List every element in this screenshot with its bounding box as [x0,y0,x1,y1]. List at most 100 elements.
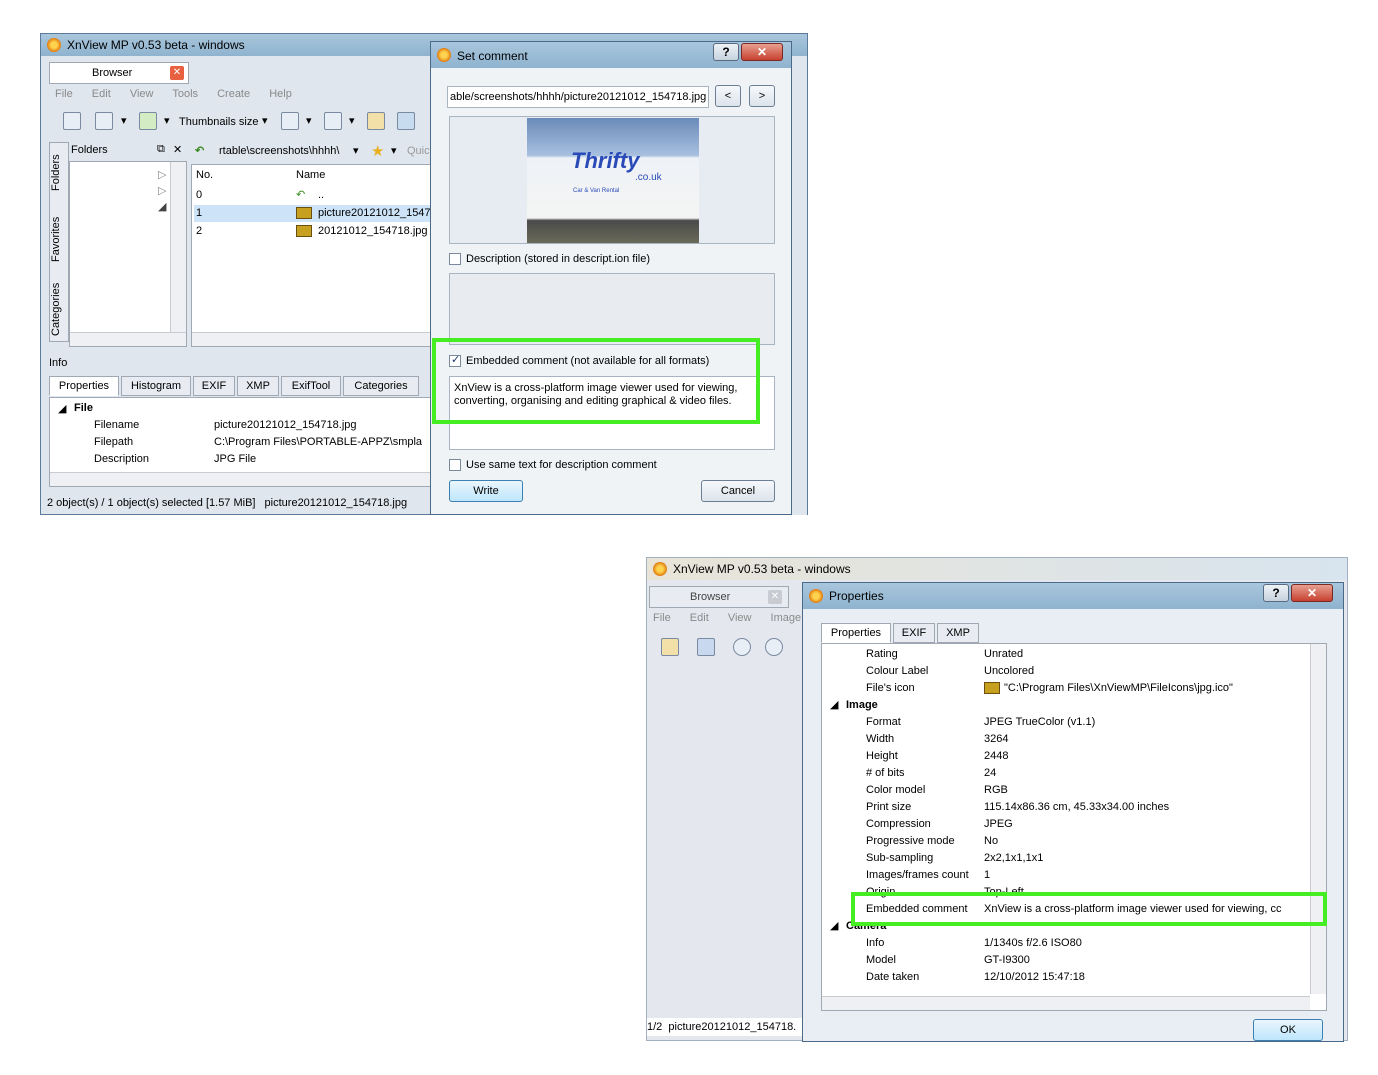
collapse-icon[interactable]: ◢ [830,697,838,714]
zoom-actual-icon[interactable] [765,638,783,656]
help-button[interactable]: ? [1263,584,1289,602]
ratio-icon[interactable] [281,112,299,130]
menu-help[interactable]: Help [269,88,292,100]
tab-xmp[interactable]: XMP [237,376,279,396]
second-browser-tab[interactable]: Browser ✕ [649,586,789,608]
property-row[interactable]: Rating Unrated [822,646,1310,663]
property-row[interactable]: Height 2448 [822,748,1310,765]
set-comment-titlebar[interactable]: Set comment ? ✕ [431,42,791,68]
menu-image[interactable]: Image [771,612,802,624]
ok-button[interactable]: OK [1253,1019,1323,1041]
favorite-star-icon[interactable]: ★ [371,142,384,160]
menu-file[interactable]: File [653,612,671,624]
camera-icon[interactable] [397,112,415,130]
bookmark-icon[interactable] [324,112,342,130]
vtab-categories[interactable]: Categories [50,279,68,339]
info-hscroll[interactable] [50,472,434,486]
fullscreen-icon[interactable] [63,112,81,130]
collapse-icon[interactable]: ◢ [830,918,838,935]
help-button[interactable]: ? [713,43,739,61]
property-row[interactable]: Colour Label Uncolored [822,663,1310,680]
tree-collapse-icon[interactable]: ◢ [158,200,166,213]
property-row[interactable]: Progressive mode No [822,833,1310,850]
menu-create[interactable]: Create [217,88,250,100]
zoom-in-icon[interactable] [733,638,751,656]
tab-categories[interactable]: Categories [343,376,419,396]
path-field[interactable]: able/screenshots/hhhh/picture20121012_15… [447,86,709,108]
quick-filter-input[interactable]: Quic [407,145,430,157]
prev-button[interactable]: < [715,85,741,107]
tab-properties[interactable]: Properties [49,376,119,396]
menu-view[interactable]: View [728,612,752,624]
property-row[interactable]: # of bits 24 [822,765,1310,782]
close-pane-icon[interactable]: ✕ [173,143,182,156]
description-textarea[interactable] [449,273,775,345]
tab-exif[interactable]: EXIF [893,623,935,643]
write-button[interactable]: Write [449,480,523,502]
tree-expander-icon[interactable]: ▷ [158,184,166,197]
property-row[interactable]: Color model RGB [822,782,1310,799]
browser-tab[interactable]: Browser ✕ [49,62,189,84]
thumbnails-size-dropdown-icon[interactable]: ▾ [262,114,268,127]
folders-tree[interactable]: ▷ ▷ ◢ [69,161,187,347]
filelist-hscroll[interactable] [192,332,435,346]
column-name[interactable]: Name [296,169,325,181]
property-row[interactable]: Images/frames count 1 [822,867,1310,884]
tree-icon[interactable] [661,638,679,656]
property-row[interactable]: Compression JPEG [822,816,1310,833]
bookmark-dropdown-icon[interactable]: ▾ [349,114,355,127]
favorite-dropdown-icon[interactable]: ▾ [391,144,397,157]
thumbnails-size-button[interactable]: Thumbnails size [179,116,258,128]
folders-hscroll[interactable] [70,332,186,346]
menu-tools[interactable]: Tools [172,88,198,100]
property-row[interactable]: File's icon "C:\Program Files\XnViewMP\Fi… [822,680,1310,697]
description-checkbox[interactable] [449,253,461,265]
close-tab-icon[interactable]: ✕ [170,66,184,80]
property-row[interactable]: Width 3264 [822,731,1310,748]
next-button[interactable]: > [749,85,775,107]
file-row[interactable]: 0 ↶ .. [194,187,434,204]
vtab-folders[interactable]: Folders [50,149,68,197]
menu-edit[interactable]: Edit [92,88,111,100]
close-button[interactable]: ✕ [741,43,783,61]
save-icon[interactable] [697,638,715,656]
tab-exif[interactable]: EXIF [193,376,235,396]
property-row[interactable]: Sub-sampling 2x2,1x1,1x1 [822,850,1310,867]
tab-xmp[interactable]: XMP [937,623,979,643]
view-mode-dropdown-icon[interactable]: ▾ [121,114,127,127]
undock-icon[interactable]: ⧉ [157,143,165,156]
section-header[interactable]: ◢ Image [822,697,1310,714]
sort-icon[interactable] [139,112,157,130]
sort-dropdown-icon[interactable]: ▾ [164,114,170,127]
tab-histogram[interactable]: Histogram [121,376,191,396]
folders-vscroll[interactable] [170,162,186,332]
collapse-icon[interactable]: ◢ [58,402,66,415]
properties-hscroll[interactable] [822,996,1310,1010]
same-text-checkbox[interactable] [449,459,461,471]
menu-view[interactable]: View [130,88,154,100]
property-row[interactable]: Print size 115.14x86.36 cm, 45.33x34.00 i… [822,799,1310,816]
file-list[interactable]: No. Name 0 ↶ .. 1 picture20121012_1547 2… [191,164,435,347]
property-row[interactable]: Model GT-I9300 [822,952,1310,969]
close-tab-icon[interactable]: ✕ [768,590,782,604]
menu-file[interactable]: File [55,88,73,100]
tab-properties[interactable]: Properties [821,623,891,643]
property-row[interactable]: Format JPEG TrueColor (v1.1) [822,714,1310,731]
vtab-favorites[interactable]: Favorites [50,209,68,269]
properties-vscroll[interactable] [1310,644,1326,994]
close-button[interactable]: ✕ [1291,584,1333,602]
menu-edit[interactable]: Edit [690,612,709,624]
view-mode-icon[interactable] [95,112,113,130]
ratio-dropdown-icon[interactable]: ▾ [306,114,312,127]
property-row[interactable]: Info 1/1340s f/2.6 ISO80 [822,935,1310,952]
file-row[interactable]: 2 20121012_154718.jpg [194,223,434,240]
tree-expander-icon[interactable]: ▷ [158,168,166,181]
path-field[interactable]: rtable\screenshots\hhhh\ [219,145,339,157]
second-titlebar[interactable]: XnView MP v0.53 beta - windows [647,558,1347,580]
column-no[interactable]: No. [196,169,213,181]
back-arrow-icon[interactable]: ↶ [195,144,204,157]
property-row[interactable]: Date taken 12/10/2012 15:47:18 [822,969,1310,986]
path-dropdown-icon[interactable]: ▾ [353,144,359,157]
tree-icon[interactable] [367,112,385,130]
properties-titlebar[interactable]: Properties ? ✕ [803,583,1343,609]
